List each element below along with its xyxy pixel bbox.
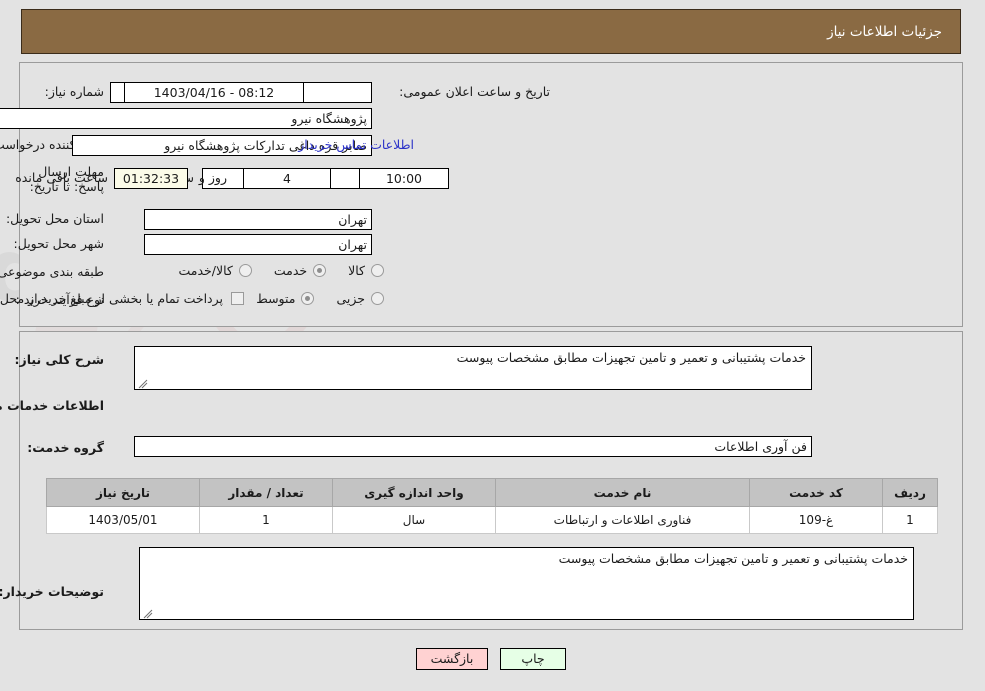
buyer-notes-textarea[interactable]: خدمات پشتیبانی و تعمیر و تامین تجهیزات م… bbox=[140, 547, 915, 620]
table-cell: سال bbox=[333, 506, 497, 534]
classification-option-1[interactable]: خدمت bbox=[274, 263, 328, 278]
treasury-checkbox-group[interactable]: پرداخت تمام یا بخشی از مبلغ خرید،از محل … bbox=[0, 291, 245, 306]
table-row: 1 غ-109 فناوری اطلاعات و ارتباطات سال 1 1403/… bbox=[47, 506, 939, 534]
buyer-notes-label: توضیحات خریدار: bbox=[0, 584, 105, 599]
table-header-cell: واحد اندازه گیری bbox=[333, 478, 497, 507]
page-title-bar: جزئیات اطلاعات نیاز bbox=[22, 9, 962, 54]
purchase-process-label-1: متوسط bbox=[257, 291, 297, 306]
remaining-time-suffix: ساعت باقی مانده bbox=[16, 170, 109, 185]
classification-label: طبقه بندی موضوعی: bbox=[0, 264, 105, 279]
table-cell: غ-109 bbox=[750, 506, 884, 534]
purchase-process-option-1[interactable]: متوسط bbox=[257, 291, 316, 306]
treasury-checkbox[interactable] bbox=[232, 292, 245, 305]
remaining-time: 01:32:33 bbox=[115, 168, 189, 189]
table-header-cell: تعداد / مقدار bbox=[200, 478, 334, 507]
general-description-textarea[interactable]: خدمات پشتیبانی و تعمیر و تامین تجهیزات م… bbox=[135, 346, 813, 390]
classification-option-2[interactable]: کالا/خدمت bbox=[179, 263, 253, 278]
table-cell: 1 bbox=[200, 506, 334, 534]
print-button[interactable]: چاپ bbox=[501, 648, 567, 670]
classification-radio-0[interactable] bbox=[372, 264, 385, 277]
province-value: تهران bbox=[145, 209, 373, 230]
classification-label-1: خدمت bbox=[274, 263, 309, 278]
service-group-value: فن آوری اطلاعات bbox=[135, 436, 813, 457]
service-group-label: گروه خدمت: bbox=[28, 440, 105, 455]
purchase-process-options: جزیی متوسط bbox=[235, 291, 385, 306]
back-button[interactable]: بازگشت bbox=[417, 648, 489, 670]
purchase-process-radio-0[interactable] bbox=[372, 292, 385, 305]
need-number-label: شماره نیاز: bbox=[45, 84, 105, 99]
table-cell: 1 bbox=[883, 506, 939, 534]
classification-label-0: کالا bbox=[349, 263, 366, 278]
table-cell: فناوری اطلاعات و ارتباطات bbox=[496, 506, 751, 534]
page-title: جزئیات اطلاعات نیاز bbox=[828, 23, 943, 40]
table-header-cell: ردیف bbox=[883, 478, 939, 507]
city-value: تهران bbox=[145, 234, 373, 255]
province-label: استان محل تحویل: bbox=[6, 211, 105, 226]
city-label: شهر محل تحویل: bbox=[14, 236, 105, 251]
purchase-process-radio-1[interactable] bbox=[302, 292, 316, 305]
services-table: ردیف کد خدمت نام خدمت واحد اندازه گیری تعداد… bbox=[47, 478, 939, 534]
classification-radio-2[interactable] bbox=[239, 264, 253, 277]
buyer-org-value: پژوهشگاه نیرو bbox=[0, 108, 373, 129]
table-header-cell: کد خدمت bbox=[750, 478, 884, 507]
classification-option-0[interactable]: کالا bbox=[349, 263, 385, 278]
remaining-days-label: روز و bbox=[199, 170, 228, 185]
purchase-process-label-0: جزیی bbox=[337, 291, 366, 306]
table-header-cell: نام خدمت bbox=[496, 478, 751, 507]
table-cell: 1403/05/01 bbox=[47, 506, 201, 534]
announce-value: 08:12 - 1403/04/16 bbox=[125, 82, 305, 103]
buyer-notes-value: خدمات پشتیبانی و تعمیر و تامین تجهیزات م… bbox=[559, 551, 909, 566]
remaining-days: 4 bbox=[244, 168, 332, 189]
general-description-label: شرح کلی نیاز: bbox=[15, 352, 105, 367]
treasury-checkbox-text: پرداخت تمام یا بخشی از مبلغ خرید،از محل … bbox=[0, 291, 224, 306]
classification-label-2: کالا/خدمت bbox=[179, 263, 234, 278]
table-header-cell: تاریخ نیاز bbox=[47, 478, 201, 507]
general-description-value: خدمات پشتیبانی و تعمیر و تامین تجهیزات م… bbox=[457, 350, 807, 365]
classification-options: کالا خدمت کالا/خدمت bbox=[157, 263, 385, 278]
resize-grip-icon[interactable] bbox=[139, 377, 149, 389]
table-header-row: ردیف کد خدمت نام خدمت واحد اندازه گیری تعداد… bbox=[47, 478, 939, 507]
resize-grip-icon[interactable] bbox=[144, 607, 154, 619]
table-body: 1 غ-109 فناوری اطلاعات و ارتباطات سال 1 1403/… bbox=[47, 506, 939, 534]
buyer-contact-link[interactable]: اطلاعات تماس خریدار bbox=[299, 137, 415, 152]
announce-label: تاریخ و ساعت اعلان عمومی: bbox=[400, 84, 551, 99]
services-heading: اطلاعات خدمات مورد نیاز bbox=[0, 398, 105, 413]
deadline-hour: 10:00 bbox=[360, 168, 450, 189]
purchase-process-option-0[interactable]: جزیی bbox=[337, 291, 385, 306]
classification-radio-1[interactable] bbox=[314, 264, 328, 277]
